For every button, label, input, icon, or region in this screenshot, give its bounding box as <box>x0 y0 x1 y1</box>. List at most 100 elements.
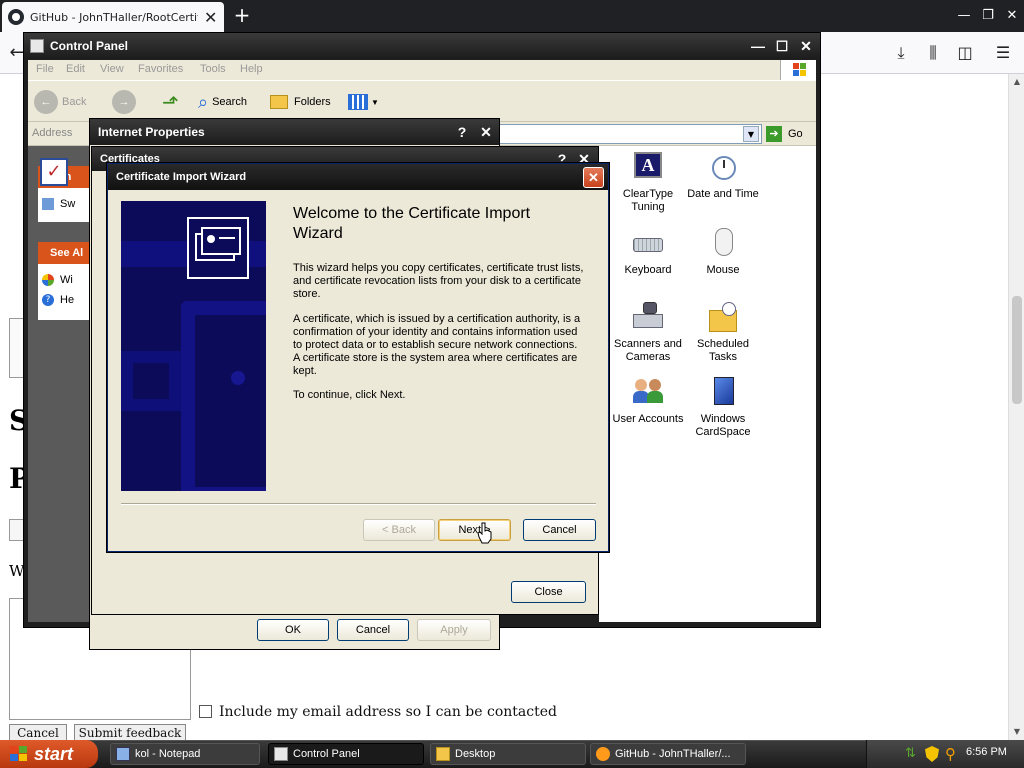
cp-maximize-button[interactable]: ☐ <box>772 36 792 56</box>
security-shield-icon[interactable] <box>925 746 939 762</box>
sidebar-icon[interactable]: ◫ <box>954 42 976 64</box>
wizard-separator <box>121 503 596 505</box>
scheduled-tasks-label: Scheduled Tasks <box>697 338 749 363</box>
wizard-back-button[interactable]: < Back <box>363 519 435 541</box>
menu-favorites[interactable]: Favorites <box>138 63 183 75</box>
menu-tools[interactable]: Tools <box>200 63 226 75</box>
taskbar-desktop[interactable]: Desktop <box>430 743 586 765</box>
taskbar-control-panel-label: Control Panel <box>293 748 360 760</box>
ip-ok-button[interactable]: OK <box>257 619 329 641</box>
cardspace-label: Windows CardSpace <box>695 413 751 438</box>
scanners-label: Scanners and Cameras <box>614 338 682 363</box>
firefox-icon <box>596 747 610 761</box>
windows-update-icon <box>42 274 54 286</box>
browser-tab[interactable]: GitHub - JohnTHaller/RootCertificat ✕ <box>2 2 224 32</box>
cleartype-icon: A <box>631 150 665 184</box>
windows-update-link[interactable]: Wi <box>60 274 73 286</box>
taskbar-control-panel[interactable]: Control Panel <box>268 743 424 765</box>
views-dropdown-icon: ▼ <box>371 97 379 107</box>
wizard-title: Certificate Import Wizard <box>108 164 608 190</box>
cp-back-label: Back <box>62 96 87 108</box>
page-scrollbar[interactable]: ▲ ▼ <box>1008 74 1024 740</box>
close-tab-icon[interactable]: ✕ <box>204 8 217 27</box>
ip-apply-button[interactable]: Apply <box>417 619 491 641</box>
keyboard-item[interactable]: Keyboard <box>610 226 686 277</box>
address-input[interactable]: ▼ <box>498 124 762 144</box>
ip-help-button[interactable]: ? <box>452 122 472 142</box>
menu-help[interactable]: Help <box>240 63 263 75</box>
browser-tab-title: GitHub - JohnTHaller/RootCertificat <box>30 10 198 24</box>
cp-forward-button[interactable]: → <box>112 89 136 115</box>
wizard-paragraph-3: To continue, click Next. <box>293 389 406 401</box>
restore-browser-button[interactable]: ❐ <box>978 6 998 26</box>
cp-minimize-button[interactable]: — <box>748 36 768 56</box>
page-input-fragment[interactable] <box>9 519 23 541</box>
cleartype-label: ClearType Tuning <box>622 188 674 213</box>
cp-search-label: Search <box>212 96 247 108</box>
email-checkbox[interactable] <box>199 705 212 718</box>
control-panel-title: Control Panel <box>24 33 820 59</box>
keyboard-label: Keyboard <box>624 264 672 276</box>
library-icon[interactable]: ⫼ <box>922 42 944 64</box>
address-label: Address <box>32 127 73 139</box>
menu-view[interactable]: View <box>100 63 124 75</box>
help-icon: ? <box>42 294 54 306</box>
cp-views-button[interactable]: ▼ <box>348 89 379 115</box>
scheduled-tasks-item[interactable]: Scheduled Tasks <box>685 300 761 364</box>
downloads-icon[interactable]: ⤓ <box>890 42 912 64</box>
mouse-icon <box>706 226 740 260</box>
network-icon[interactable]: ⇅ <box>905 747 919 761</box>
taskbar-notepad[interactable]: kol - Notepad <box>110 743 260 765</box>
date-time-icon <box>706 150 740 184</box>
cp-back-button[interactable]: ← Back <box>34 89 86 115</box>
ip-close-button[interactable]: ✕ <box>476 122 496 142</box>
search-tray-icon[interactable]: ⚲ <box>945 746 961 762</box>
scroll-up-icon[interactable]: ▲ <box>1009 74 1024 90</box>
wizard-paragraph-1: This wizard helps you copy certificates,… <box>293 262 584 300</box>
cert-close-button[interactable]: Close <box>511 581 586 603</box>
cp-toolbar: ← Back → ⬏ ⌕ Search Folders ▼ <box>28 80 816 122</box>
address-dropdown-icon[interactable]: ▼ <box>743 126 759 142</box>
start-button[interactable]: start <box>0 740 98 768</box>
new-tab-button[interactable]: + <box>232 4 252 26</box>
scrollbar-thumb[interactable] <box>1012 296 1022 404</box>
cp-up-button[interactable]: ⬏ <box>162 89 179 115</box>
date-time-item[interactable]: Date and Time <box>685 150 761 201</box>
mouse-label: Mouse <box>706 264 740 276</box>
cp-folders-button[interactable]: Folders <box>270 89 331 115</box>
menu-edit[interactable]: Edit <box>66 63 85 75</box>
switch-view-link[interactable]: Sw <box>60 198 75 210</box>
scroll-down-icon[interactable]: ▼ <box>1009 724 1024 740</box>
cp-menu-bar: File Edit View Favorites Tools Help <box>28 60 816 80</box>
cleartype-tuning-item[interactable]: A ClearType Tuning <box>610 150 686 214</box>
mouse-item[interactable]: Mouse <box>685 226 761 277</box>
cp-close-button[interactable]: ✕ <box>796 36 816 56</box>
start-label: start <box>34 744 74 764</box>
windows-logo-icon <box>780 60 816 80</box>
wizard-banner-image <box>121 201 266 491</box>
taskbar-github[interactable]: GitHub - JohnTHaller/... <box>590 743 746 765</box>
user-accounts-item[interactable]: User Accounts <box>610 375 686 426</box>
go-label: Go <box>788 128 803 140</box>
menu-file[interactable]: File <box>36 63 54 75</box>
keyboard-icon <box>631 226 665 260</box>
wizard-next-button[interactable]: Next > <box>438 519 511 541</box>
cardspace-item[interactable]: Windows CardSpace <box>685 375 761 439</box>
menu-icon[interactable]: ☰ <box>992 42 1014 64</box>
close-browser-button[interactable]: ✕ <box>1002 6 1022 26</box>
cp-search-button[interactable]: ⌕ Search <box>198 89 247 115</box>
minimize-browser-button[interactable]: — <box>954 6 974 26</box>
scanner-icon <box>631 300 665 334</box>
user-accounts-icon <box>631 375 665 409</box>
go-button[interactable]: ➔ Go <box>766 124 812 144</box>
certificate-icon <box>187 217 249 279</box>
wizard-close-button[interactable]: ✕ <box>583 167 604 188</box>
wizard-cancel-button[interactable]: Cancel <box>523 519 596 541</box>
scanners-cameras-item[interactable]: Scanners and Cameras <box>610 300 686 364</box>
help-support-link[interactable]: He <box>60 294 74 306</box>
control-panel-window-icon <box>30 39 44 53</box>
hand-cursor-icon <box>477 522 492 544</box>
ip-cancel-button[interactable]: Cancel <box>337 619 409 641</box>
switch-view-icon <box>42 198 54 210</box>
taskbar-desktop-label: Desktop <box>455 748 496 760</box>
